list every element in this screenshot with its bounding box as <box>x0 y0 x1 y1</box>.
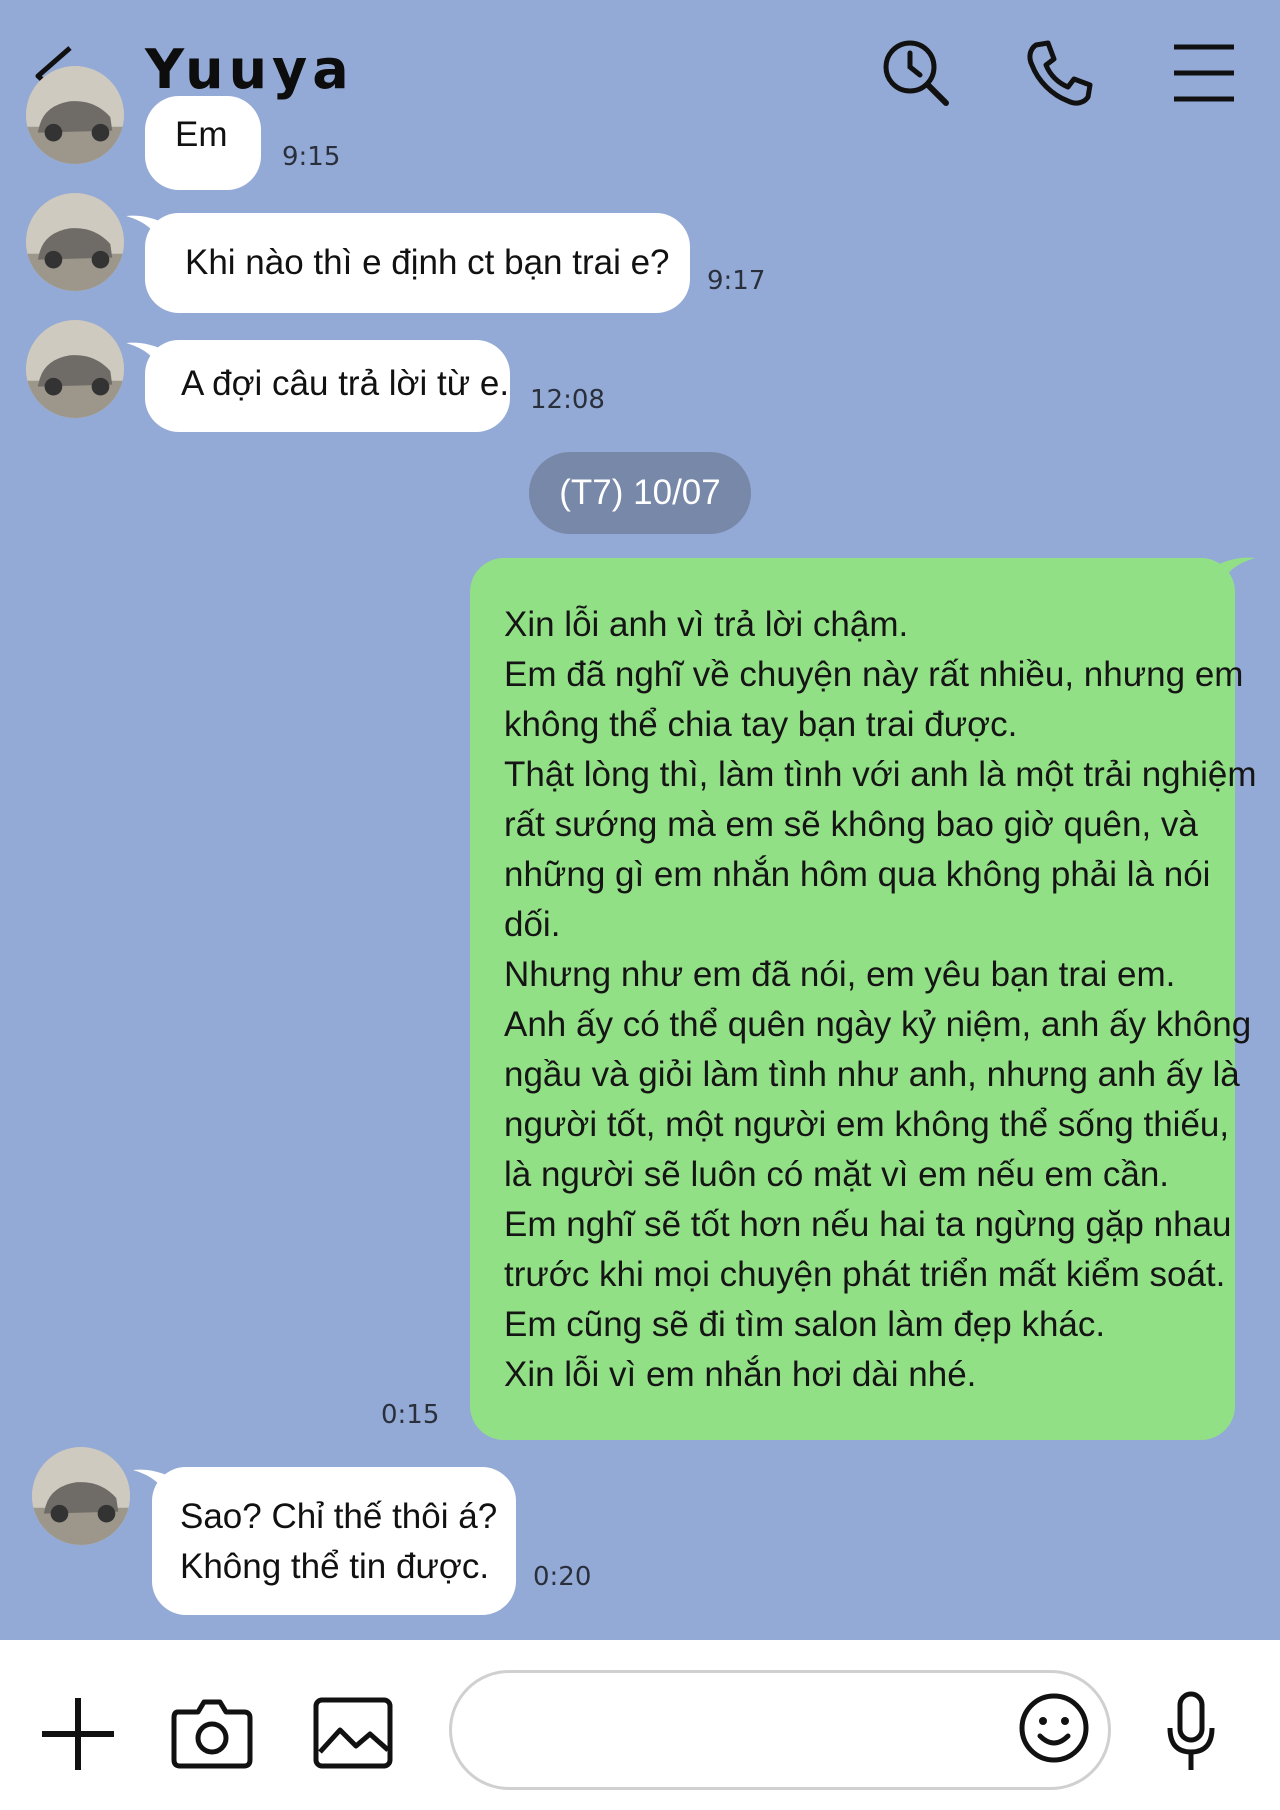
car-photo-icon <box>26 193 124 291</box>
image-button[interactable] <box>312 1690 396 1774</box>
message-bubble-incoming[interactable]: Khi nào thì e định ct bạn trai e? <box>145 213 690 313</box>
emoji-button[interactable] <box>1016 1690 1092 1766</box>
image-icon <box>313 1697 393 1769</box>
voice-button[interactable] <box>1150 1690 1234 1774</box>
message-line: trước khi mọi chuyện phát triển mất kiểm… <box>504 1255 1226 1294</box>
message-time: 9:15 <box>282 142 341 172</box>
message-line: rất sướng mà em sẽ không bao giờ quên, v… <box>504 805 1198 844</box>
message-time: 9:17 <box>707 266 766 296</box>
contact-avatar[interactable] <box>26 66 124 164</box>
message-bubble-outgoing[interactable]: Xin lỗi anh vì trả lời chậm. Em đã nghĩ … <box>470 558 1257 1440</box>
date-separator: (T7) 10/07 <box>529 452 751 534</box>
car-photo-icon <box>32 1447 130 1545</box>
message-time: 0:20 <box>533 1562 592 1592</box>
message-line: dối. <box>504 905 561 944</box>
message-line: Thật lòng thì, làm tình với anh là một t… <box>504 755 1257 794</box>
camera-button[interactable] <box>170 1690 254 1774</box>
phone-icon <box>1027 40 1093 106</box>
message-line: người tốt, một người em không thể sống t… <box>504 1105 1230 1144</box>
message-time: 0:15 <box>381 1400 440 1430</box>
plus-icon <box>42 1698 114 1770</box>
message-text: A đợi câu trả lời từ e. <box>181 364 510 403</box>
message-line: Xin lỗi anh vì trả lời chậm. <box>504 605 909 644</box>
message-line: là người sẽ luôn có mặt vì em nếu em cần… <box>504 1155 1170 1194</box>
message-text: Khi nào thì e định ct bạn trai e? <box>185 243 670 282</box>
chat-title: Yuuya <box>145 38 354 101</box>
message-line: Em cũng sẽ đi tìm salon làm đẹp khác. <box>504 1305 1106 1344</box>
message-bubble-incoming[interactable]: Sao? Chỉ thế thôi á? Không thể tin được. <box>152 1467 516 1615</box>
add-button[interactable] <box>38 1690 122 1774</box>
message-line: Anh ấy có thể quên ngày kỷ niệm, anh ấy … <box>504 1005 1252 1044</box>
message-text: Em <box>175 115 228 154</box>
menu-button[interactable] <box>1170 35 1246 111</box>
contact-avatar[interactable] <box>26 193 124 291</box>
message-line: Sao? Chỉ thế thôi á? <box>180 1497 498 1536</box>
message-bubble-incoming[interactable]: Em <box>145 96 261 190</box>
microphone-icon <box>1167 1691 1215 1770</box>
message-line: Không thể tin được. <box>180 1547 490 1586</box>
menu-icon <box>1174 44 1234 102</box>
message-time: 12:08 <box>530 385 605 415</box>
message-line: Em nghĩ sẽ tốt hơn nếu hai ta ngừng gặp … <box>504 1205 1232 1244</box>
message-line: những gì em nhắn hôm qua không phải là n… <box>504 855 1211 894</box>
message-bubble-incoming[interactable]: A đợi câu trả lời từ e. <box>145 340 510 432</box>
camera-icon <box>171 1699 253 1769</box>
message-line: Nhưng như em đã nói, em yêu bạn trai em. <box>504 955 1176 994</box>
message-line: không thể chia tay bạn trai được. <box>504 705 1018 744</box>
message-input[interactable] <box>449 1670 1111 1790</box>
contact-avatar[interactable] <box>26 320 124 418</box>
search-button[interactable] <box>878 35 954 111</box>
car-photo-icon <box>26 66 124 164</box>
message-line: Em đã nghĩ về chuyện này rất nhiều, nhưn… <box>504 655 1244 694</box>
message-line: Xin lỗi vì em nhắn hơi dài nhé. <box>504 1355 977 1394</box>
composer-bar <box>0 1640 1280 1810</box>
call-button[interactable] <box>1022 35 1098 111</box>
emoji-icon <box>1019 1693 1089 1763</box>
car-photo-icon <box>26 320 124 418</box>
search-icon <box>883 40 949 106</box>
message-line: ngầu và giỏi làm tình như anh, nhưng anh… <box>504 1055 1240 1094</box>
contact-avatar[interactable] <box>32 1447 130 1545</box>
